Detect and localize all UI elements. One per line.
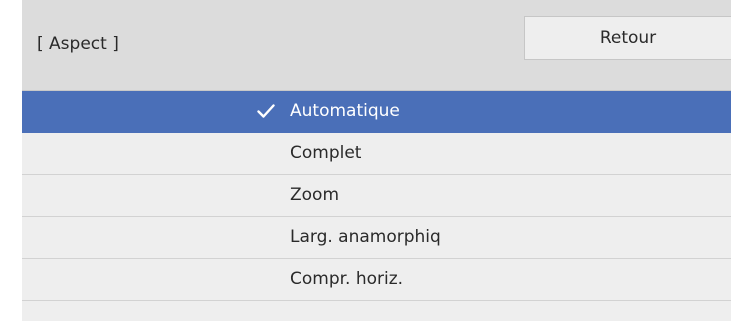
option-label: Compr. horiz.	[290, 269, 404, 289]
check-icon	[257, 104, 275, 118]
page-title: [ Aspect ]	[37, 34, 119, 54]
option-larg-anamorphiq[interactable]: Larg. anamorphiq	[22, 217, 731, 259]
option-zoom[interactable]: Zoom	[22, 175, 731, 217]
aspect-options-list: Automatique Complet Zoom Larg. anamorphi…	[22, 91, 731, 301]
option-label: Automatique	[290, 101, 400, 121]
option-label: Larg. anamorphiq	[290, 227, 441, 247]
option-automatique[interactable]: Automatique	[22, 91, 731, 133]
menu-header: [ Aspect ] Retour	[22, 0, 731, 91]
aspect-menu-panel: [ Aspect ] Retour Automatique Complet Zo…	[22, 0, 731, 321]
option-label: Zoom	[290, 185, 340, 205]
option-complet[interactable]: Complet	[22, 133, 731, 175]
option-compr-horiz[interactable]: Compr. horiz.	[22, 259, 731, 301]
back-button[interactable]: Retour	[524, 16, 731, 60]
option-label: Complet	[290, 143, 362, 163]
